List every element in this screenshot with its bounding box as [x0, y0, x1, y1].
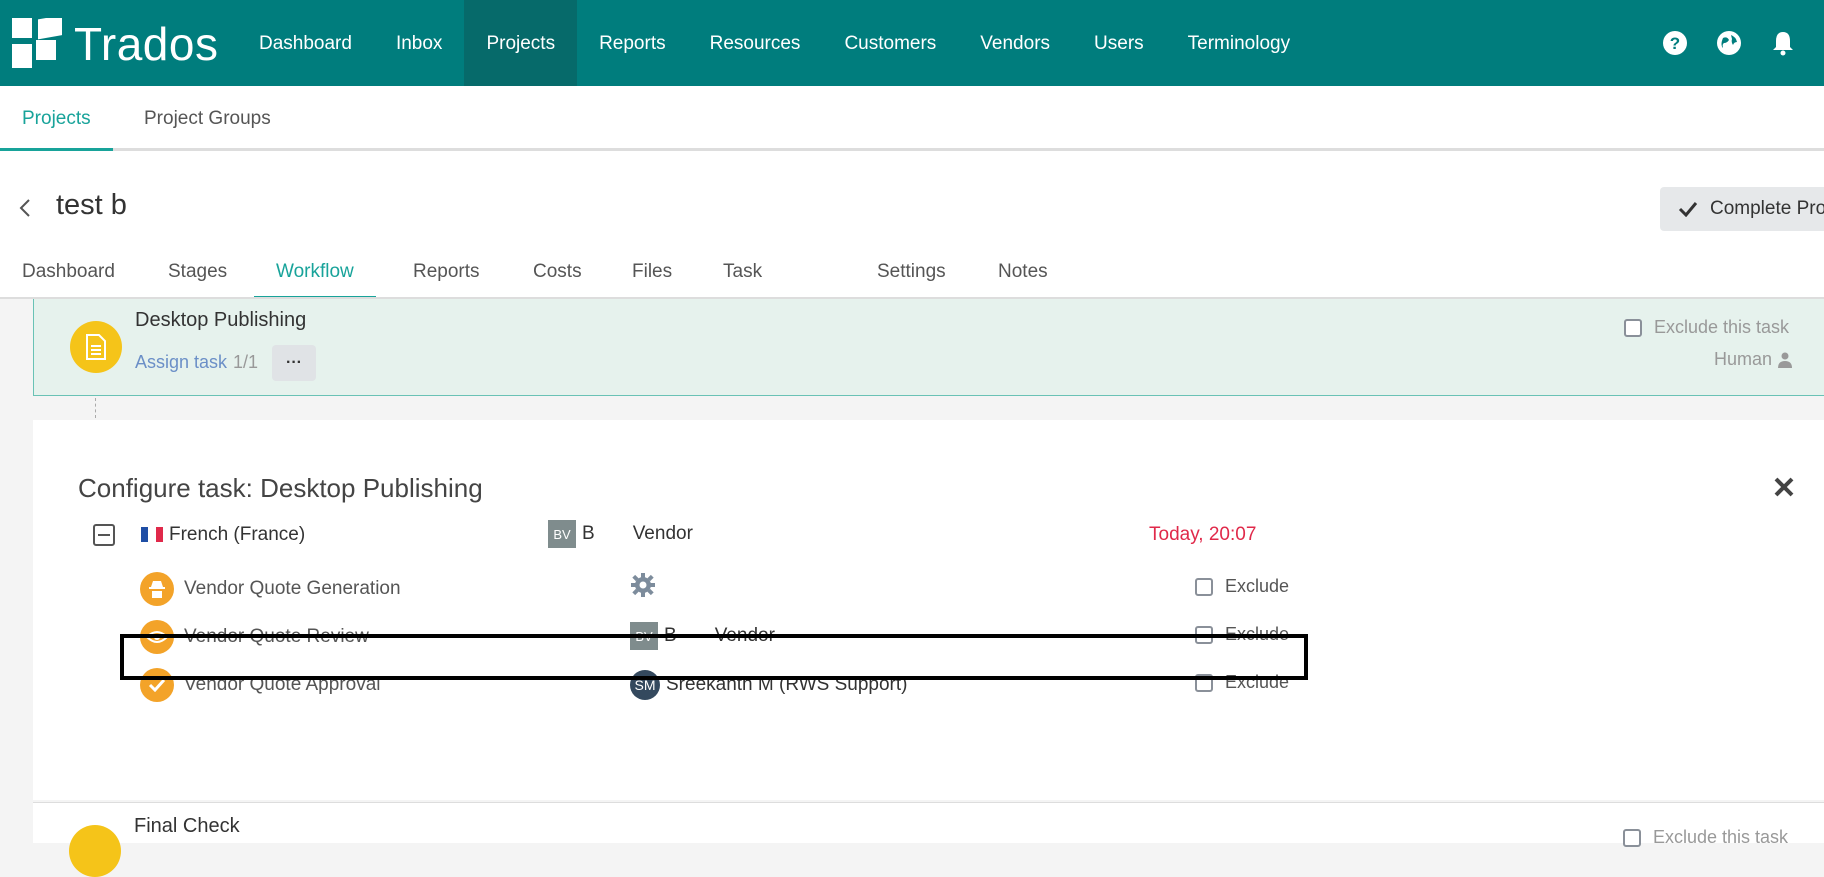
- sub-navigation: Projects Project Groups: [0, 86, 1824, 151]
- help-icon[interactable]: ?: [1662, 30, 1688, 56]
- configure-task-title: Configure task: Desktop Publishing: [78, 473, 483, 503]
- highlight-box: [120, 634, 1308, 680]
- nav-vendors[interactable]: Vendors: [958, 0, 1072, 86]
- globe-icon[interactable]: [1716, 30, 1742, 56]
- more-options-button[interactable]: ···: [272, 345, 316, 381]
- exclude-task-checkbox[interactable]: [1623, 828, 1641, 847]
- spy-icon: [149, 581, 165, 598]
- avatar: BV: [548, 520, 576, 548]
- subnav-project-groups[interactable]: Project Groups: [144, 86, 271, 148]
- trados-logo-icon: [12, 18, 62, 68]
- checkmark-icon: [148, 678, 166, 692]
- subtask-icon: [140, 572, 174, 606]
- main-nav: Dashboard Inbox Projects Reports Resourc…: [237, 0, 1312, 86]
- assign-count: 1/1: [233, 352, 259, 372]
- nav-inbox[interactable]: Inbox: [374, 0, 464, 86]
- trados-logo[interactable]: Trados: [12, 18, 218, 70]
- complete-project-button[interactable]: Complete Pro: [1660, 187, 1824, 231]
- subtask-name: Vendor Quote Generation: [184, 578, 401, 599]
- task-card-desktop-publishing[interactable]: Desktop Publishing Assign task 1/1 ··· Ex…: [33, 299, 1824, 396]
- tab-workflow[interactable]: Workflow: [254, 251, 376, 299]
- exclude-toggle[interactable]: Exclude: [1195, 576, 1289, 597]
- bell-icon[interactable]: [1770, 30, 1796, 56]
- subtask-row: Vendor Quote Generation Exclude: [140, 570, 1340, 606]
- nav-terminology[interactable]: Terminology: [1166, 0, 1312, 86]
- tab-stages[interactable]: Stages: [168, 251, 227, 296]
- configure-task-panel: Configure task: Desktop Publishing Frenc…: [33, 420, 1824, 800]
- nav-dashboard[interactable]: Dashboard: [237, 0, 374, 86]
- logo-text: Trados: [74, 18, 219, 70]
- tab-files[interactable]: Files: [632, 251, 672, 296]
- nav-resources[interactable]: Resources: [688, 0, 823, 86]
- assignee-role: Vendor: [632, 523, 693, 544]
- language-row: French (France) BV B Vendor Today, 20:07: [93, 520, 1293, 556]
- subtask-settings[interactable]: [630, 572, 656, 598]
- tab-notes[interactable]: Notes: [998, 251, 1048, 296]
- exclude-task-label: Exclude this task: [1653, 827, 1789, 847]
- person-icon: [1778, 352, 1793, 368]
- exclude-checkbox[interactable]: [1195, 577, 1213, 596]
- tab-task-history[interactable]: Task History: [723, 251, 782, 324]
- project-header: test b Complete Pro Dashboard Stages Wor…: [0, 151, 1824, 324]
- task-type-icon: [69, 825, 121, 877]
- exclude-label: Exclude: [1225, 576, 1290, 596]
- collapse-toggle[interactable]: [93, 524, 115, 546]
- assign-task-link[interactable]: Assign task 1/1: [135, 352, 258, 373]
- nav-users[interactable]: Users: [1072, 0, 1166, 86]
- top-icons: ?: [1662, 0, 1824, 86]
- france-flag-icon: [141, 527, 163, 542]
- tab-reports[interactable]: Reports: [413, 251, 480, 296]
- tab-settings[interactable]: Settings: [877, 251, 946, 296]
- document-icon: [86, 334, 106, 360]
- exclude-task-toggle[interactable]: Exclude this task: [1623, 827, 1788, 848]
- assignee-name: B: [582, 523, 595, 544]
- task-type-human: Human: [1714, 349, 1793, 370]
- task-card-final-check[interactable]: Final Check Exclude this task: [33, 802, 1824, 877]
- exclude-task-toggle[interactable]: Exclude this task: [1624, 317, 1789, 338]
- language-name: French (France): [169, 524, 306, 545]
- svg-text:?: ?: [1670, 34, 1680, 53]
- due-date: Today, 20:07: [1149, 524, 1257, 545]
- back-arrow-icon[interactable]: [18, 197, 32, 219]
- complete-project-label: Complete Pro: [1710, 198, 1824, 219]
- human-label: Human: [1714, 349, 1773, 369]
- subnav-projects[interactable]: Projects: [0, 86, 113, 151]
- assign-task-label: Assign task: [135, 352, 228, 372]
- project-title: test b: [56, 189, 127, 221]
- nav-reports[interactable]: Reports: [577, 0, 688, 86]
- top-navigation-bar: Trados Dashboard Inbox Projects Reports …: [0, 0, 1824, 86]
- task-name: Desktop Publishing: [135, 309, 307, 331]
- nav-projects[interactable]: Projects: [464, 0, 578, 86]
- task-type-icon: [70, 321, 122, 373]
- exclude-task-checkbox[interactable]: [1624, 318, 1642, 337]
- gear-icon[interactable]: [630, 572, 656, 598]
- workflow-connector: [95, 398, 96, 418]
- tab-costs[interactable]: Costs: [533, 251, 582, 296]
- left-gutter: [0, 299, 33, 840]
- tab-dashboard[interactable]: Dashboard: [22, 251, 115, 296]
- close-icon[interactable]: [1773, 476, 1795, 498]
- check-icon: [1678, 202, 1698, 217]
- exclude-task-label: Exclude this task: [1654, 317, 1790, 337]
- nav-customers[interactable]: Customers: [822, 0, 958, 86]
- language-assignee[interactable]: BV B Vendor: [548, 520, 693, 548]
- task-name: Final Check: [134, 815, 240, 837]
